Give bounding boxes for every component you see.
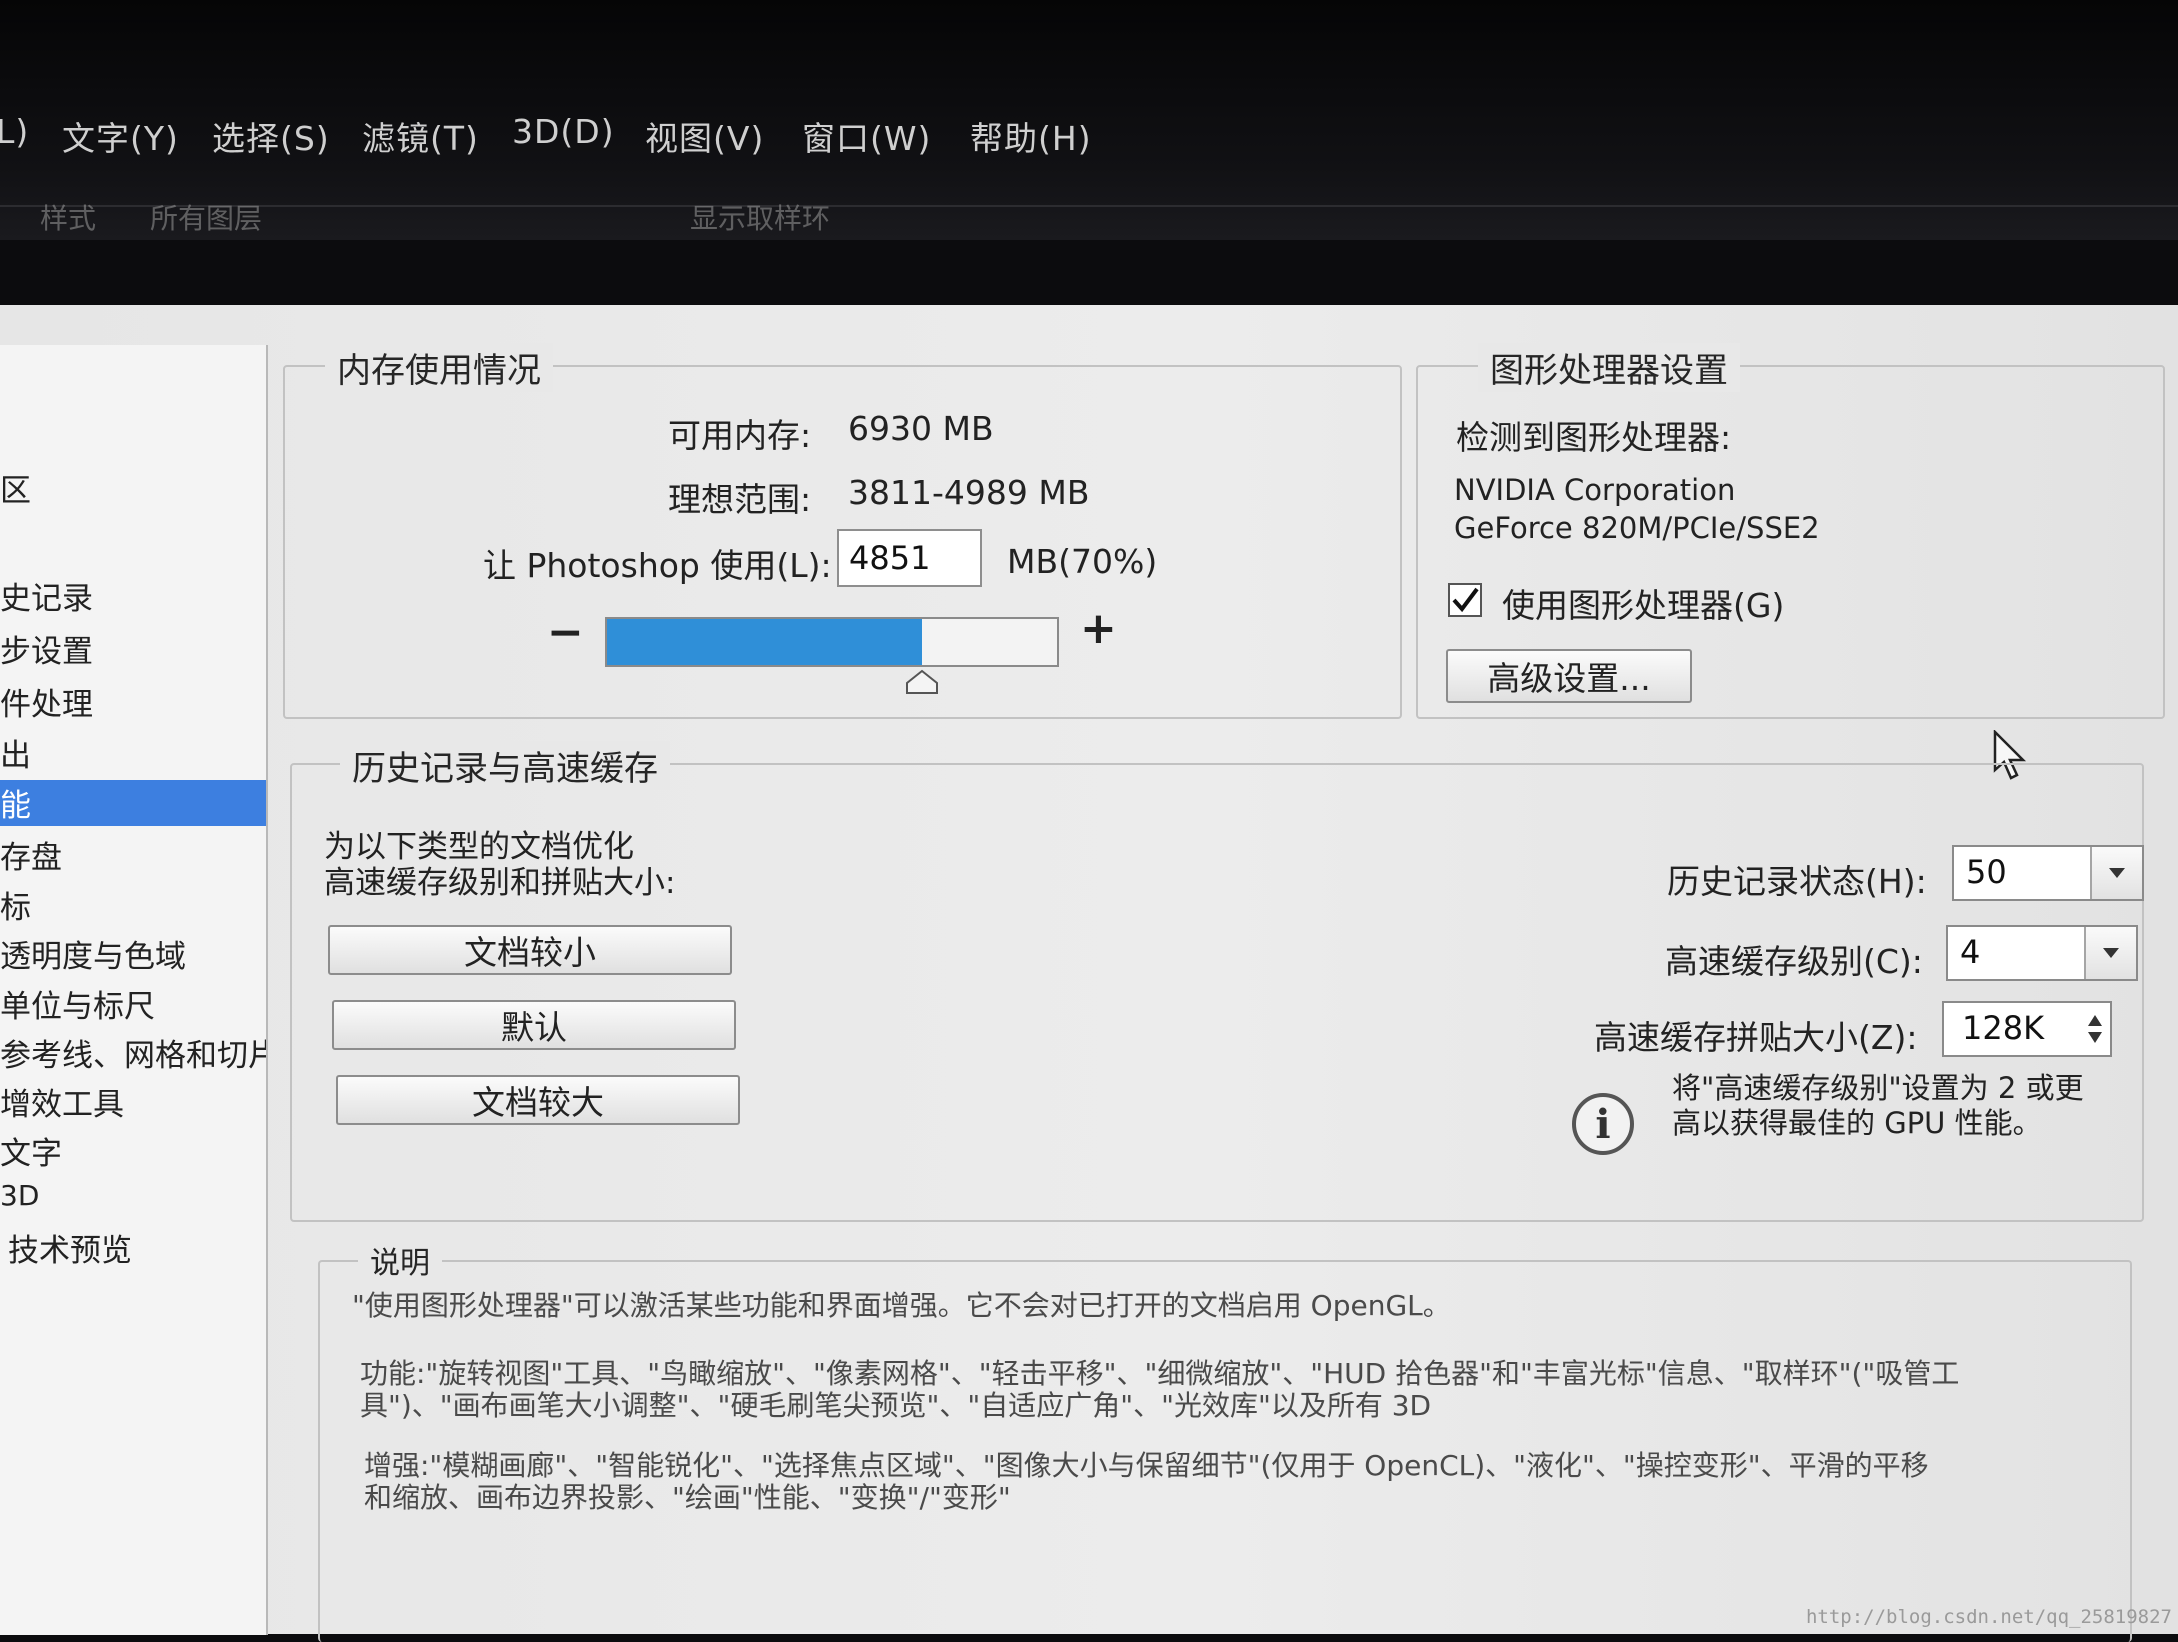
category-label: 能 <box>0 788 31 824</box>
category-label: 技术预览 <box>8 1233 132 1269</box>
category-transparency-gamut[interactable]: 透明度与色域 <box>0 931 266 977</box>
category-export[interactable]: 出 <box>0 730 266 776</box>
preferences-dialog: 区 史记录 步设置 件处理 出 能 存盘 标 透明度与色域 单位与标尺 参考线、… <box>0 305 2178 1642</box>
menu-item-select[interactable]: 选择(S) <box>212 112 330 160</box>
chevron-down-icon[interactable] <box>2084 927 2136 979</box>
menu-item-window[interactable]: 窗口(W) <box>802 112 931 160</box>
cache-tile-size-select[interactable]: 128K <box>1942 1001 2112 1057</box>
category-label: 3D <box>0 1179 40 1212</box>
category-label: 件处理 <box>0 687 93 723</box>
cache-levels-label: 高速缓存级别(C): <box>1665 942 1923 981</box>
category-sync-settings[interactable]: 步设置 <box>0 626 266 672</box>
category-plugins[interactable]: 增效工具 <box>0 1079 266 1125</box>
checkmark-icon <box>1452 587 1479 613</box>
ideal-range-value: 3811-4989 MB <box>848 473 1090 512</box>
description-features-line2: 具")、"画布画笔大小调整"、"硬毛刷笔尖预览"、"自适应广角"、"光效库"以及… <box>360 1389 1432 1422</box>
category-label: 透明度与色域 <box>0 939 186 975</box>
gpu-tip-line2: 高以获得最佳的 GPU 性能。 <box>1672 1106 2042 1140</box>
watermark: http://blog.csdn.net/qq_25819827 <box>1805 1606 2172 1628</box>
gpu-vendor: NVIDIA Corporation <box>1454 473 1736 507</box>
category-performance[interactable]: 能 <box>0 780 266 826</box>
category-guides-grid-slices[interactable]: 参考线、网格和切片 <box>0 1030 266 1076</box>
history-cache-title: 历史记录与高速缓存 <box>340 741 670 790</box>
description-paragraph-gpu: "使用图形处理器"可以激活某些功能和界面增强。它不会对已打开的文档启用 Open… <box>352 1289 1451 1322</box>
default-button[interactable]: 默认 <box>332 1000 736 1050</box>
gpu-settings-group: 图形处理器设置 检测到图形处理器: NVIDIA Corporation GeF… <box>1416 343 2165 719</box>
gpu-settings-title: 图形处理器设置 <box>1478 343 1740 392</box>
menu-item-view[interactable]: 视图(V) <box>645 112 764 160</box>
description-features-line1: 功能:"旋转视图"工具、"鸟瞰缩放"、"像素网格"、"轻击平移"、"细微缩放"、… <box>360 1357 1960 1390</box>
category-label: 标 <box>0 890 31 926</box>
cache-tile-size-value: 128K <box>1962 1009 2045 1047</box>
memory-usage-title: 内存使用情况 <box>325 343 553 392</box>
memory-unit-label: MB(70%) <box>1007 542 1158 581</box>
category-label: 步设置 <box>0 634 93 670</box>
category-history-log[interactable]: 史记录 <box>0 573 266 619</box>
history-cache-group: 历史记录与高速缓存 为以下类型的文档优化 高速缓存级别和拼贴大小: 文档较小 默… <box>290 741 2144 1222</box>
app-titlebar-area: L) 文字(Y) 选择(S) 滤镜(T) 3D(D) 视图(V) 窗口(W) 帮… <box>0 0 2178 240</box>
available-memory-value: 6930 MB <box>848 409 994 448</box>
memory-slider-thumb[interactable] <box>905 669 939 695</box>
cache-levels-value: 4 <box>1960 933 1981 971</box>
memory-slider[interactable] <box>605 617 1059 667</box>
category-3d[interactable]: 3D <box>0 1177 266 1225</box>
options-bar: 样式 所有图层 显示取样环 <box>0 202 2178 237</box>
memory-allocation-input[interactable] <box>837 529 982 587</box>
history-states-label: 历史记录状态(H): <box>1667 862 1927 901</box>
menubar: L) 文字(Y) 选择(S) 滤镜(T) 3D(D) 视图(V) 窗口(W) 帮… <box>0 112 1200 172</box>
ideal-range-label: 理想范围: <box>668 480 812 519</box>
use-gpu-checkbox[interactable] <box>1448 583 1482 617</box>
cache-tile-size-label: 高速缓存拼贴大小(Z): <box>1594 1018 1918 1057</box>
memory-slider-fill <box>607 619 922 665</box>
category-type[interactable]: 文字 <box>0 1128 266 1174</box>
decrease-memory-button[interactable]: − <box>547 607 584 658</box>
memory-usage-group: 内存使用情况 可用内存: 6930 MB 理想范围: 3811-4989 MB … <box>283 343 1402 719</box>
menu-item-type[interactable]: 文字(Y) <box>62 112 179 160</box>
preferences-category-list: 区 史记录 步设置 件处理 出 能 存盘 标 透明度与色域 单位与标尺 参考线、… <box>0 345 268 1635</box>
detected-gpu-label: 检测到图形处理器: <box>1456 418 1732 457</box>
options-sample-label: 样式 <box>40 202 97 235</box>
advanced-settings-button[interactable]: 高级设置... <box>1446 649 1692 703</box>
category-label: 增效工具 <box>0 1087 124 1123</box>
optimize-caption-line2: 高速缓存级别和拼贴大小: <box>324 865 676 901</box>
category-label: 区 <box>0 473 31 509</box>
category-label: 参考线、网格和切片 <box>0 1038 266 1074</box>
category-scratch-disks[interactable]: 存盘 <box>0 832 266 878</box>
chevron-down-icon[interactable] <box>2090 847 2142 899</box>
increase-memory-button[interactable]: + <box>1080 603 1117 654</box>
options-layers-label: 所有图层 <box>150 202 263 235</box>
category-label: 单位与标尺 <box>0 989 155 1025</box>
description-title: 说明 <box>358 1238 442 1282</box>
category-units-rulers[interactable]: 单位与标尺 <box>0 981 266 1027</box>
use-gpu-label: 使用图形处理器(G) <box>1502 586 1785 625</box>
photoshop-use-label: 让 Photoshop 使用(L): <box>483 546 832 585</box>
available-memory-label: 可用内存: <box>668 416 812 455</box>
menu-item-partial[interactable]: L) <box>0 112 29 151</box>
large-docs-button[interactable]: 文档较大 <box>336 1075 740 1125</box>
spinner-arrows-icon[interactable] <box>2088 1013 2102 1053</box>
description-group: 说明 "使用图形处理器"可以激活某些功能和界面增强。它不会对已打开的文档启用 O… <box>318 1238 2132 1642</box>
description-enhancements-line1: 增强:"模糊画廊"、"智能锐化"、"选择焦点区域"、"图像大小与保留细节"(仅用… <box>364 1449 1929 1482</box>
category-workspace[interactable]: 区 <box>0 465 266 511</box>
gpu-model: GeForce 820M/PCIe/SSE2 <box>1454 511 1820 545</box>
history-states-select[interactable]: 50 <box>1952 845 2144 901</box>
menu-item-help[interactable]: 帮助(H) <box>970 112 1092 160</box>
category-label: 存盘 <box>0 840 62 876</box>
cache-levels-select[interactable]: 4 <box>1946 925 2138 981</box>
description-enhancements-line2: 和缩放、画布边界投影、"绘画"性能、"变换"/"变形" <box>364 1481 1011 1514</box>
category-label: 史记录 <box>0 581 93 617</box>
info-icon: i <box>1572 1093 1634 1155</box>
category-cursors[interactable]: 标 <box>0 882 266 928</box>
menu-item-3d[interactable]: 3D(D) <box>512 112 615 151</box>
category-label: 出 <box>0 738 31 774</box>
menu-item-filter[interactable]: 滤镜(T) <box>362 112 479 160</box>
history-states-value: 50 <box>1966 853 2007 891</box>
category-file-handling[interactable]: 件处理 <box>0 679 266 725</box>
small-docs-button[interactable]: 文档较小 <box>328 925 732 975</box>
category-tech-preview[interactable]: 技术预览 <box>0 1225 266 1271</box>
category-label: 文字 <box>0 1136 62 1172</box>
options-ring-label: 显示取样环 <box>690 202 831 235</box>
